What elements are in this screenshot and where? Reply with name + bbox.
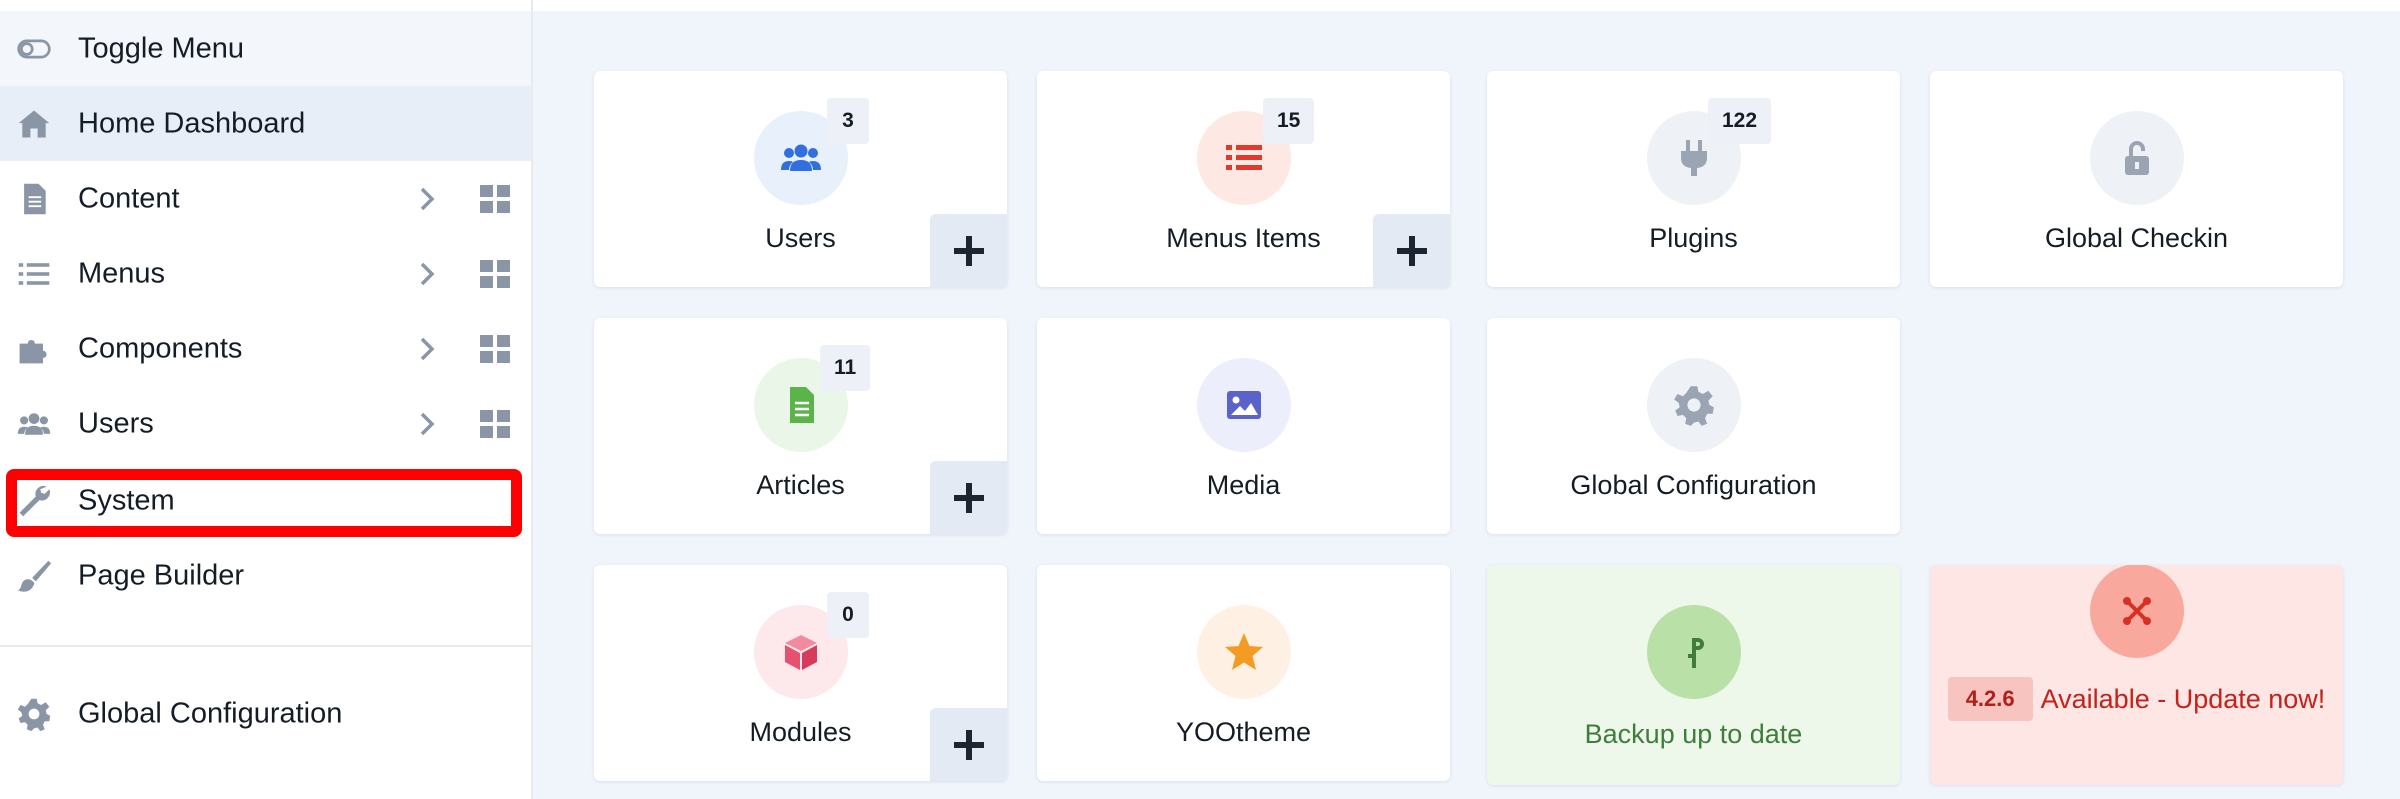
top-strip bbox=[533, 0, 2400, 11]
card-title: Media bbox=[1206, 470, 1281, 500]
add-module-button[interactable] bbox=[930, 708, 1007, 781]
sidebar-item-label: Content bbox=[78, 182, 180, 214]
toggle-icon bbox=[14, 29, 54, 69]
joomla-icon bbox=[2089, 565, 2184, 658]
sidebar-item-global-configuration[interactable]: Global Configuration bbox=[0, 676, 531, 751]
card-title: Global Configuration bbox=[1570, 470, 1817, 500]
chevron-right-icon[interactable] bbox=[412, 409, 442, 439]
backup-icon bbox=[1646, 605, 1741, 699]
count-badge: 15 bbox=[1263, 98, 1315, 144]
sidebar-item-label: Global Configuration bbox=[78, 697, 343, 729]
sidebar-divider bbox=[0, 645, 531, 647]
card-plugins[interactable]: 122 Plugins bbox=[1487, 71, 1900, 287]
card-joomla-update[interactable]: 4.2.6 Available - Update now! bbox=[1930, 565, 2343, 785]
dashboard-grid-icon[interactable] bbox=[478, 407, 512, 441]
users-icon bbox=[14, 404, 54, 444]
sidebar-item-label: Home Dashboard bbox=[78, 107, 306, 139]
count-badge: 0 bbox=[827, 592, 869, 638]
update-message: 4.2.6 Available - Update now! bbox=[1930, 677, 2343, 721]
card-users[interactable]: 3 Users bbox=[594, 71, 1007, 287]
sidebar-item-label: Page Builder bbox=[78, 559, 245, 591]
add-user-button[interactable] bbox=[930, 214, 1007, 287]
count-badge: 3 bbox=[827, 98, 869, 144]
sidebar-item-toggle-menu[interactable]: Toggle Menu bbox=[0, 11, 531, 86]
chevron-right-icon[interactable] bbox=[412, 184, 442, 214]
count-badge: 11 bbox=[820, 345, 871, 391]
sidebar-item-home-dashboard[interactable]: Home Dashboard bbox=[0, 86, 531, 161]
sidebar-item-content[interactable]: Content bbox=[0, 161, 531, 236]
add-article-button[interactable] bbox=[930, 461, 1007, 534]
card-media[interactable]: Media bbox=[1037, 318, 1450, 534]
dashboard-grid-icon[interactable] bbox=[478, 257, 512, 291]
plus-icon bbox=[953, 482, 984, 513]
puzzle-icon bbox=[14, 329, 54, 369]
dashboard-grid-icon[interactable] bbox=[478, 182, 512, 216]
card-title: YOOtheme bbox=[1175, 717, 1312, 747]
card-articles[interactable]: 11 Articles bbox=[594, 318, 1007, 534]
card-yootheme[interactable]: YOOtheme bbox=[1037, 565, 1450, 781]
sidebar-item-label: Users bbox=[78, 407, 154, 439]
gear-icon bbox=[1646, 358, 1741, 452]
sidebar-item-menus[interactable]: Menus bbox=[0, 236, 531, 311]
update-text: Available - Update now! bbox=[2040, 684, 2326, 714]
count-badge: 122 bbox=[1708, 98, 1772, 144]
home-icon bbox=[14, 104, 54, 144]
card-title: Global Checkin bbox=[2044, 223, 2229, 253]
version-badge: 4.2.6 bbox=[1947, 677, 2033, 721]
gear-icon bbox=[14, 694, 54, 734]
sidebar: Toggle Menu Home Dashboard Content Menus… bbox=[0, 0, 533, 799]
image-icon bbox=[1196, 358, 1291, 452]
card-global-checkin[interactable]: Global Checkin bbox=[1930, 71, 2343, 287]
plus-icon bbox=[1396, 235, 1427, 266]
sidebar-item-label: Components bbox=[78, 332, 243, 364]
plus-icon bbox=[953, 235, 984, 266]
sidebar-item-label: Toggle Menu bbox=[78, 32, 245, 64]
chevron-right-icon[interactable] bbox=[412, 259, 442, 289]
card-modules[interactable]: 0 Modules bbox=[594, 565, 1007, 781]
sidebar-item-components[interactable]: Components bbox=[0, 311, 531, 386]
unlock-icon bbox=[2089, 111, 2184, 205]
brush-icon bbox=[14, 556, 54, 596]
sidebar-item-page-builder[interactable]: Page Builder bbox=[0, 538, 531, 613]
card-title: Backup up to date bbox=[1584, 719, 1803, 749]
list-icon bbox=[14, 254, 54, 294]
card-title: Plugins bbox=[1649, 223, 1738, 253]
chevron-right-icon[interactable] bbox=[412, 334, 442, 364]
card-backup-status[interactable]: Backup up to date bbox=[1487, 565, 1900, 785]
sidebar-item-users[interactable]: Users bbox=[0, 386, 531, 461]
star-icon bbox=[1196, 605, 1291, 699]
dashboard-grid-icon[interactable] bbox=[478, 332, 512, 366]
system-highlight-box bbox=[6, 469, 522, 537]
file-icon bbox=[14, 179, 54, 219]
card-global-configuration[interactable]: Global Configuration bbox=[1487, 318, 1900, 534]
card-menus-items[interactable]: 15 Menus Items bbox=[1037, 71, 1450, 287]
sidebar-item-label: Menus bbox=[78, 257, 166, 289]
plus-icon bbox=[953, 729, 984, 760]
add-menu-item-button[interactable] bbox=[1373, 214, 1450, 287]
